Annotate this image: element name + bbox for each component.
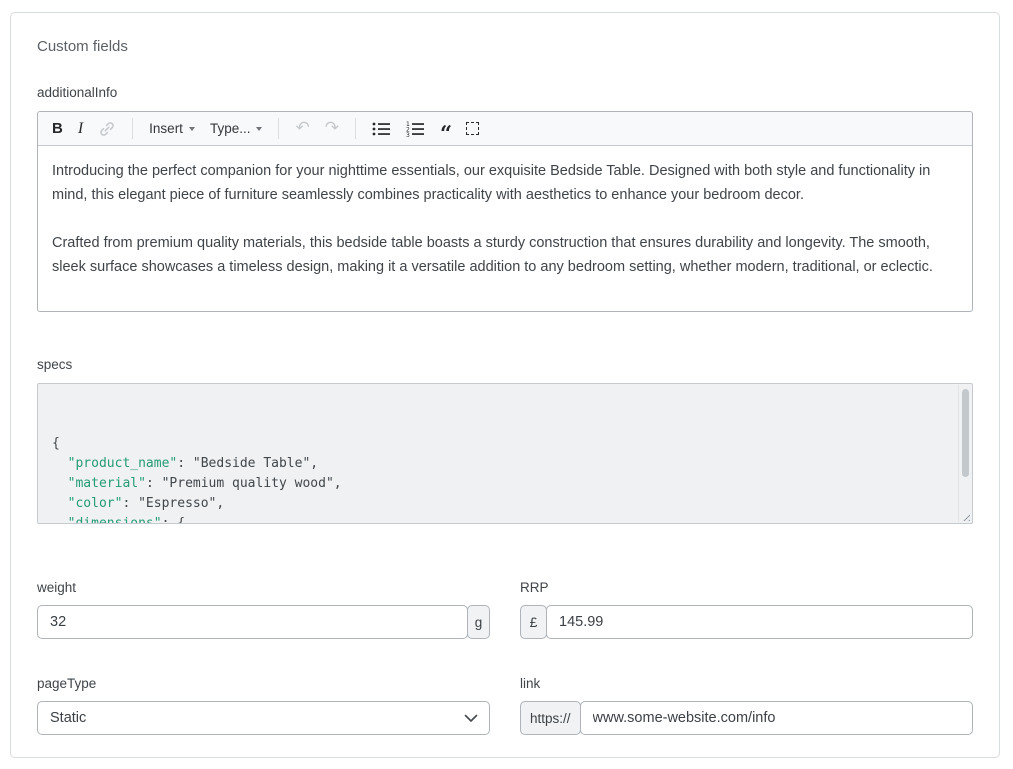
rrp-label: RRP [520, 580, 973, 596]
bold-button[interactable]: B [52, 118, 63, 140]
type-dropdown[interactable]: Type... [210, 118, 263, 140]
chevron-down-icon [189, 127, 195, 131]
link-input[interactable] [580, 701, 973, 735]
weight-rrp-row: weight g RRP £ [37, 580, 973, 639]
blockquote-icon[interactable]: “ [440, 123, 451, 145]
rich-text-content[interactable]: Introducing the perfect companion for yo… [38, 146, 972, 311]
weight-label: weight [37, 580, 490, 596]
bullet-list-icon[interactable] [372, 118, 391, 140]
pagetype-link-row: pageType Static link https:// [37, 676, 973, 735]
numbered-list-icon[interactable]: 123 [406, 118, 425, 140]
field-additional-info: additionalInfo B I Insert [37, 85, 973, 312]
insert-dropdown[interactable]: Insert [149, 118, 195, 140]
italic-button[interactable]: I [78, 118, 83, 140]
specs-code-editor[interactable]: { "product_name": "Bedside Table", "mate… [37, 383, 973, 524]
paragraph: Crafted from premium quality materials, … [52, 231, 958, 279]
toolbar-divider [132, 118, 133, 139]
paragraph: Introducing the perfect companion for yo… [52, 159, 958, 207]
custom-fields-panel: Custom fields additionalInfo B I Insert [10, 12, 1000, 758]
specs-label: specs [37, 357, 973, 373]
svg-text:3: 3 [406, 132, 410, 137]
inline-block-icon[interactable] [466, 118, 479, 140]
field-page-type: pageType Static [37, 676, 490, 735]
panel-title: Custom fields [37, 38, 973, 56]
code-scrollbar[interactable] [958, 385, 971, 522]
page-type-select[interactable]: Static [37, 701, 490, 735]
field-rrp: RRP £ [520, 580, 973, 639]
redo-icon[interactable]: ↷ [325, 118, 339, 140]
rrp-input-group: £ [520, 605, 973, 639]
toolbar-divider [278, 118, 279, 139]
protocol-prefix: https:// [520, 701, 581, 735]
weight-input[interactable] [37, 605, 468, 639]
scrollbar-thumb[interactable] [962, 389, 969, 477]
field-link: link https:// [520, 676, 973, 735]
rich-text-toolbar: B I Insert Type... [38, 112, 972, 146]
page-type-label: pageType [37, 676, 490, 692]
rich-text-editor: B I Insert Type... [37, 111, 973, 312]
undo-icon[interactable]: ↶ [295, 118, 309, 140]
currency-prefix: £ [520, 605, 547, 639]
weight-unit-suffix: g [467, 605, 490, 639]
toolbar-divider [355, 118, 356, 139]
page-type-select-wrap: Static [37, 701, 490, 735]
field-specs: specs { "product_name": "Bedside Table",… [37, 357, 973, 524]
field-weight: weight g [37, 580, 490, 639]
weight-input-group: g [37, 605, 490, 639]
additional-info-label: additionalInfo [37, 85, 973, 101]
rrp-input[interactable] [546, 605, 973, 639]
chevron-down-icon [256, 127, 262, 131]
link-input-group: https:// [520, 701, 973, 735]
specs-code: { "product_name": "Bedside Table", "mate… [52, 434, 946, 524]
link-label: link [520, 676, 973, 692]
link-icon[interactable] [98, 118, 116, 140]
